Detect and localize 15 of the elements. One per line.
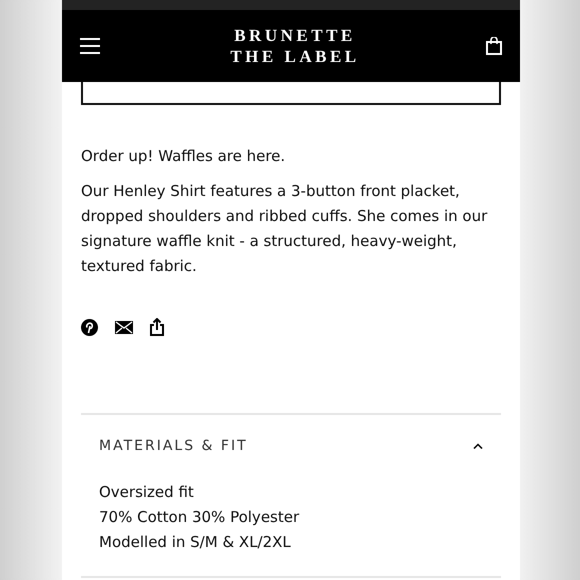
- share-icon[interactable]: [150, 318, 164, 336]
- shopping-bag-icon[interactable]: [486, 37, 502, 55]
- logo-text[interactable]: BRUNETTE: [234, 25, 356, 46]
- accordion-title[interactable]: MATERIALS & FIT: [99, 438, 248, 454]
- menu-icon[interactable]: [80, 38, 100, 54]
- headline-text: Order up! Waffles are here.: [81, 147, 286, 165]
- detail-text: 70% Cotton 30% Polyester: [99, 507, 300, 528]
- mail-icon[interactable]: [115, 320, 133, 334]
- button-frame[interactable]: [81, 82, 501, 105]
- description-text: Our Henley Shirt features a 3-button front placket, dropped shoulders and ribbed cuffs. She comes in our signature waffle knit - a structured, heavy-weight, textured fabric.: [81, 181, 488, 277]
- detail-text: Modelled in S/M & XL/2XL: [99, 532, 292, 553]
- pinterest-icon[interactable]: [81, 318, 98, 336]
- detail-text: Oversized fit: [99, 482, 195, 503]
- logo-text[interactable]: THE LABEL: [230, 46, 360, 67]
- chevron-icon[interactable]: [473, 443, 483, 449]
